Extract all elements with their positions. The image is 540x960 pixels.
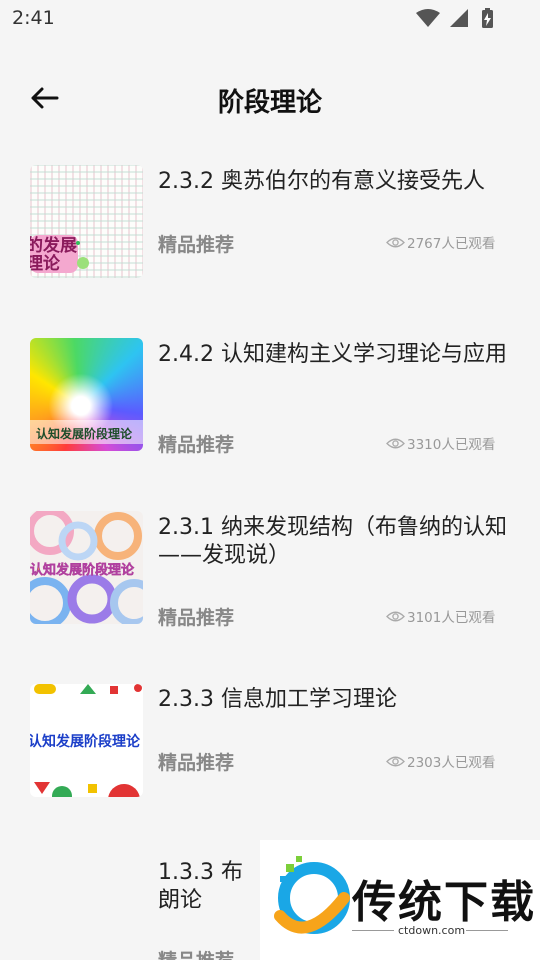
thumbnail-caption: 认知发展阶段理论 — [36, 426, 133, 441]
view-count-text: 3101人已观看 — [407, 610, 496, 626]
divider — [352, 930, 394, 931]
watermark-subtext: ctdown.com — [398, 924, 466, 937]
svg-text:的发展: 的发展 — [30, 235, 77, 256]
svg-text:理论: 理论 — [30, 253, 61, 274]
thumbnail-caption: 认知发展阶段理论 — [30, 733, 141, 750]
status-time: 2:41 — [12, 7, 55, 29]
course-title: 2.3.2 奥苏伯尔的有意义接受先人 — [158, 169, 485, 194]
course-title: 1.3.3 布朗论 — [158, 860, 243, 913]
view-count: 2303人已观看 — [386, 751, 495, 771]
watermark-logo: 传统下载 ctdown.com — [260, 840, 540, 960]
view-count-text: 2303人已观看 — [407, 755, 496, 771]
course-thumbnail: 的发展 理论 — [30, 165, 143, 278]
view-count: 3310人已观看 — [386, 433, 495, 453]
course-title: 2.3.1 纳来发现结构（布鲁纳的认知——发现说） — [158, 515, 507, 568]
divider — [466, 930, 508, 931]
course-thumbnail: 认知发展阶段理论 — [30, 338, 143, 451]
battery-icon — [482, 8, 493, 28]
wifi-icon — [416, 9, 440, 27]
thumbnail-caption: 认知发展阶段理论 — [30, 562, 135, 578]
view-count-text: 2767人已观看 — [407, 236, 496, 252]
recommend-tag: 精品推荐 — [158, 234, 235, 256]
thumbnail-art: 的发展 理论 — [30, 235, 89, 274]
recommend-tag: 精品推荐 — [158, 946, 234, 960]
recommend-tag: 精品推荐 — [158, 752, 235, 774]
course-thumbnail: 认知发展阶段理论 — [30, 684, 143, 797]
eye-icon — [386, 611, 405, 621]
page-title: 阶段理论 — [217, 88, 322, 118]
recommend-tag: 精品推荐 — [158, 607, 235, 629]
signal-icon — [450, 9, 468, 27]
watermark-text: 传统下载 — [352, 877, 536, 928]
eye-icon — [386, 756, 405, 766]
thumbnail-art: 认知发展阶段理论 — [30, 511, 143, 624]
eye-icon — [386, 438, 405, 448]
view-count-text: 3310人已观看 — [407, 437, 496, 453]
top-app-bar: 阶段理论 — [0, 66, 540, 130]
eye-icon — [386, 237, 405, 247]
course-thumbnail: 认知发展阶段理论 — [30, 511, 143, 624]
course-title: 2.4.2 认知建构主义学习理论与应用 — [158, 342, 507, 367]
thumbnail-art: 认知发展阶段理论 — [30, 420, 143, 444]
recommend-tag: 精品推荐 — [158, 434, 235, 456]
thumbnail-art: 认知发展阶段理论 — [30, 684, 142, 797]
course-title: 2.3.3 信息加工学习理论 — [158, 687, 397, 712]
status-icons — [416, 8, 493, 28]
view-count: 2767人已观看 — [386, 232, 495, 252]
status-bar: 2:41 — [0, 0, 540, 36]
view-count: 3101人已观看 — [386, 606, 495, 626]
logo-icon — [274, 856, 350, 934]
